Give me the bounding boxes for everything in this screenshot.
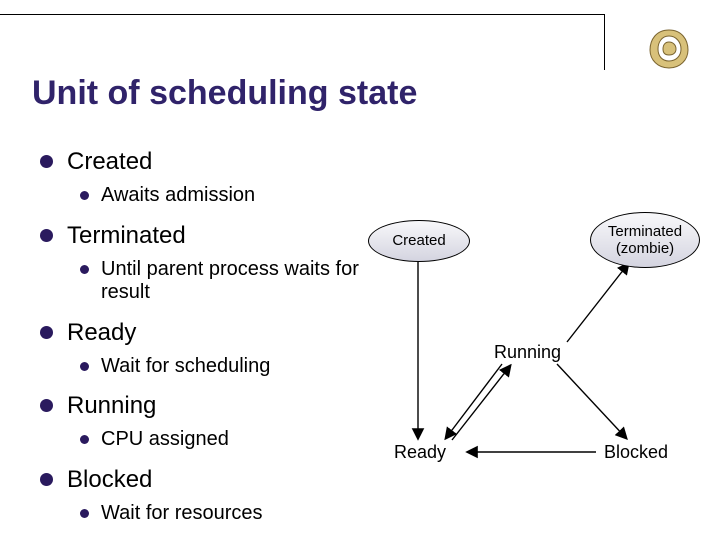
bullet-icon [80,362,89,371]
bullet-icon [80,191,89,200]
node-running: Running [494,342,561,363]
bullet-icon [40,155,53,168]
list-item: Terminated [40,222,360,250]
item-label: Running [67,392,156,420]
node-blocked: Blocked [604,442,668,463]
subitem-label: CPU assigned [101,428,229,452]
slide-title: Unit of scheduling state [32,74,417,113]
bullet-icon [40,326,53,339]
bullet-icon [40,229,53,242]
bullet-list: Created Awaits admission Terminated Unti… [40,148,360,526]
header-rule-vertical [604,14,605,70]
state-diagram: Created Terminated (zombie) Running Read… [360,194,704,514]
bullet-icon [80,509,89,518]
shell-icon [646,26,692,70]
node-label-line: (zombie) [616,240,674,257]
list-item: Ready [40,319,360,347]
list-item: Created [40,148,360,176]
item-label: Blocked [67,466,152,494]
list-subitem: Awaits admission [80,184,360,208]
list-subitem: Wait for scheduling [80,355,360,379]
item-label: Terminated [67,222,186,250]
node-label: Created [392,232,445,249]
subitem-label: Wait for scheduling [101,355,270,379]
bullet-icon [40,473,53,486]
node-ready: Ready [394,442,446,463]
subitem-label: Until parent process waits for result [101,258,360,305]
bullet-icon [40,399,53,412]
list-subitem: CPU assigned [80,428,360,452]
subitem-label: Wait for resources [101,502,263,526]
subitem-label: Awaits admission [101,184,255,208]
node-created: Created [368,220,470,262]
node-terminated: Terminated (zombie) [590,212,700,268]
list-item: Running [40,392,360,420]
node-label-line: Terminated [608,223,682,240]
bullet-icon [80,265,89,274]
list-subitem: Until parent process waits for result [80,258,360,305]
list-subitem: Wait for resources [80,502,360,526]
bullet-icon [80,435,89,444]
header-rule [0,14,604,15]
list-item: Blocked [40,466,360,494]
item-label: Created [67,148,152,176]
node-label: Terminated (zombie) [608,223,682,258]
item-label: Ready [67,319,136,347]
